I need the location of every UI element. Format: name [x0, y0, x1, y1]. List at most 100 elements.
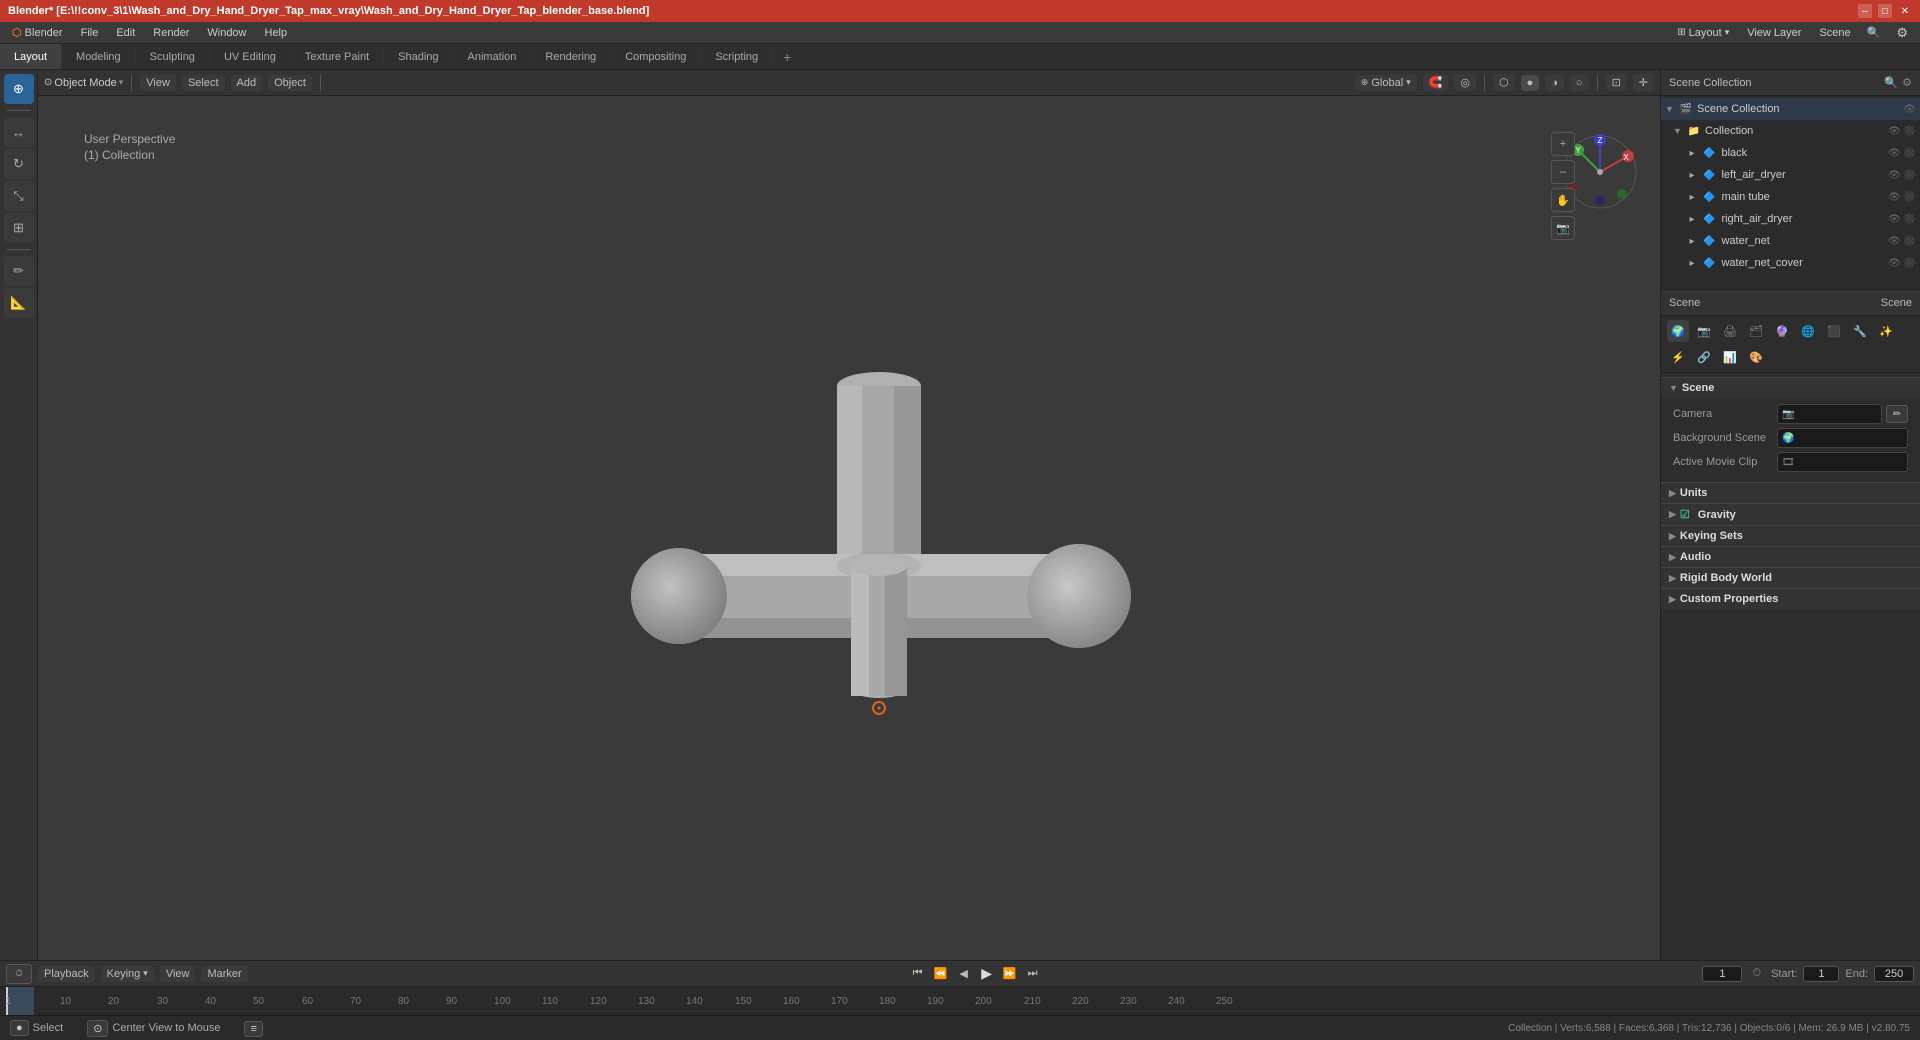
window-controls[interactable]: – □ ✕: [1858, 4, 1912, 18]
object-menu[interactable]: Object: [268, 75, 312, 91]
solid-btn[interactable]: ●: [1521, 75, 1540, 91]
move-tool[interactable]: ↔: [4, 117, 34, 147]
center-view-btn[interactable]: ⊙: [87, 1020, 108, 1037]
material-btn[interactable]: ◑: [1545, 75, 1564, 91]
gizmo-btn[interactable]: ✛: [1633, 74, 1654, 91]
jump-start-btn[interactable]: ⏮: [908, 964, 928, 984]
audio-section-header[interactable]: ▶ Audio: [1661, 546, 1920, 567]
scale-tool[interactable]: ⤡: [4, 181, 34, 211]
prop-icon-scene2[interactable]: 🔮: [1771, 320, 1793, 342]
prop-icon-material[interactable]: 🎨: [1745, 346, 1767, 368]
maximize-btn[interactable]: □: [1878, 4, 1892, 18]
menu-window[interactable]: Window: [199, 25, 254, 41]
menu-help[interactable]: Help: [257, 25, 296, 41]
minimize-btn[interactable]: –: [1858, 4, 1872, 18]
tab-texture-paint[interactable]: Texture Paint: [291, 44, 384, 69]
next-keyframe-btn[interactable]: ⏩: [1000, 964, 1020, 984]
timeline-type-btn[interactable]: ⏱: [6, 964, 32, 984]
wireframe-btn[interactable]: ⬡: [1493, 74, 1515, 91]
menu-blender[interactable]: ⬡ Blender: [4, 24, 71, 41]
prop-icon-physics[interactable]: ⚡: [1667, 346, 1689, 368]
jump-end-btn[interactable]: ⏭: [1023, 964, 1043, 984]
outliner-main-tube[interactable]: ▸ 🔷 main tube 👁 ⚙: [1661, 186, 1920, 208]
tab-sculpting[interactable]: Sculpting: [136, 44, 210, 69]
prop-icon-particles[interactable]: ✨: [1875, 320, 1897, 342]
prop-icon-scene[interactable]: 🌍: [1667, 320, 1689, 342]
tab-modeling[interactable]: Modeling: [62, 44, 136, 69]
menu-edit[interactable]: Edit: [108, 25, 143, 41]
prop-icon-output[interactable]: 🖨: [1719, 320, 1741, 342]
proportional-btn[interactable]: ◎: [1454, 74, 1476, 91]
scene-dropdown[interactable]: Scene: [1811, 25, 1858, 41]
play-btn[interactable]: ▶: [977, 964, 997, 984]
rigid-body-world-header[interactable]: ▶ Rigid Body World: [1661, 567, 1920, 588]
gravity-checkbox[interactable]: ☑: [1680, 508, 1690, 521]
scene-section-header[interactable]: ▼ Scene: [1661, 377, 1920, 398]
tab-compositing[interactable]: Compositing: [611, 44, 701, 69]
current-frame-input[interactable]: [1702, 966, 1742, 982]
tab-scripting[interactable]: Scripting: [701, 44, 773, 69]
select-menu[interactable]: Select: [182, 75, 225, 91]
search-btn[interactable]: 🔍: [1861, 24, 1887, 41]
tab-rendering[interactable]: Rendering: [531, 44, 611, 69]
menu-render[interactable]: Render: [145, 25, 197, 41]
camera-view-btn[interactable]: 📷: [1551, 216, 1575, 240]
rotate-tool[interactable]: ↻: [4, 149, 34, 179]
keying-sets-header[interactable]: ▶ Keying Sets: [1661, 525, 1920, 546]
outliner-black[interactable]: ▸ 🔷 black 👁 ⚙: [1661, 142, 1920, 164]
menu-file[interactable]: File: [73, 25, 107, 41]
select-tool[interactable]: ⊕: [4, 74, 34, 104]
add-menu[interactable]: Add: [231, 75, 263, 91]
tab-uv-editing[interactable]: UV Editing: [210, 44, 291, 69]
outliner-scene-collection[interactable]: ▼ 🎬 Scene Collection 👁: [1661, 98, 1920, 120]
transform-tool[interactable]: ⊞: [4, 213, 34, 243]
marker-menu[interactable]: Marker: [201, 966, 247, 982]
viewport-3d[interactable]: ⊙ Object Mode ▾ View Select Add Object ⊕…: [38, 70, 1660, 1015]
prop-icon-object[interactable]: ⬛: [1823, 320, 1845, 342]
menu-status-btn[interactable]: ≡: [244, 1021, 262, 1037]
custom-properties-header[interactable]: ▶ Custom Properties: [1661, 588, 1920, 609]
playback-menu[interactable]: Playback: [38, 966, 95, 982]
prop-icon-render[interactable]: 📷: [1693, 320, 1715, 342]
start-frame-input[interactable]: [1803, 966, 1839, 982]
pan-btn[interactable]: ✋: [1551, 188, 1575, 212]
prop-icon-modifier[interactable]: 🔧: [1849, 320, 1871, 342]
zoom-in-btn[interactable]: +: [1551, 132, 1575, 156]
transform-space[interactable]: ⊕ Global ▾: [1355, 75, 1417, 91]
tab-layout[interactable]: Layout: [0, 44, 62, 69]
units-section-header[interactable]: ▶ Units: [1661, 482, 1920, 503]
outliner-settings-icon[interactable]: ⚙: [1902, 76, 1912, 89]
measure-tool[interactable]: 📐: [4, 288, 34, 318]
play-reverse-btn[interactable]: ◀: [954, 964, 974, 984]
snap-btn[interactable]: 🧲: [1423, 74, 1449, 91]
zoom-out-btn[interactable]: –: [1551, 160, 1575, 184]
user-prefs-btn[interactable]: ⚙: [1888, 23, 1916, 43]
camera-value[interactable]: 📷: [1777, 404, 1882, 424]
outliner-left-air-dryer[interactable]: ▸ 🔷 left_air_dryer 👁 ⚙: [1661, 164, 1920, 186]
tab-shading[interactable]: Shading: [384, 44, 453, 69]
close-btn[interactable]: ✕: [1898, 4, 1912, 18]
gravity-section-header[interactable]: ▶ ☑ Gravity: [1661, 503, 1920, 525]
add-workspace-btn[interactable]: +: [773, 44, 801, 69]
outliner-water-net-cover[interactable]: ▸ 🔷 water_net_cover 👁 ⚙: [1661, 252, 1920, 274]
background-scene-value[interactable]: 🌍: [1777, 428, 1908, 448]
prop-icon-data[interactable]: 📊: [1719, 346, 1741, 368]
camera-edit-btn[interactable]: ✏: [1886, 405, 1908, 423]
timeline-track[interactable]: 1 10 20 30 40 50 60 70 80 90 100 110 120…: [0, 987, 1920, 1015]
prop-icon-constraints[interactable]: 🔗: [1693, 346, 1715, 368]
object-mode-selector[interactable]: ⊙ Object Mode ▾: [44, 77, 123, 89]
prev-keyframe-btn[interactable]: ⏪: [931, 964, 951, 984]
outliner-right-air-dryer[interactable]: ▸ 🔷 right_air_dryer 👁 ⚙: [1661, 208, 1920, 230]
select-btn[interactable]: ●: [10, 1020, 29, 1036]
rendered-btn[interactable]: ○: [1570, 75, 1589, 91]
view-menu-timeline[interactable]: View: [160, 966, 196, 982]
layout-dropdown[interactable]: ⊞ Layout ▾: [1669, 25, 1737, 41]
tab-animation[interactable]: Animation: [454, 44, 532, 69]
prop-icon-view-layer[interactable]: 🗂: [1745, 320, 1767, 342]
annotate-tool[interactable]: ✏: [4, 256, 34, 286]
prop-icon-world[interactable]: 🌐: [1797, 320, 1819, 342]
outliner-water-net[interactable]: ▸ 🔷 water_net 👁 ⚙: [1661, 230, 1920, 252]
view-menu[interactable]: View: [140, 75, 176, 91]
end-frame-input[interactable]: [1874, 966, 1914, 982]
overlay-btn[interactable]: ⊡: [1606, 74, 1627, 91]
